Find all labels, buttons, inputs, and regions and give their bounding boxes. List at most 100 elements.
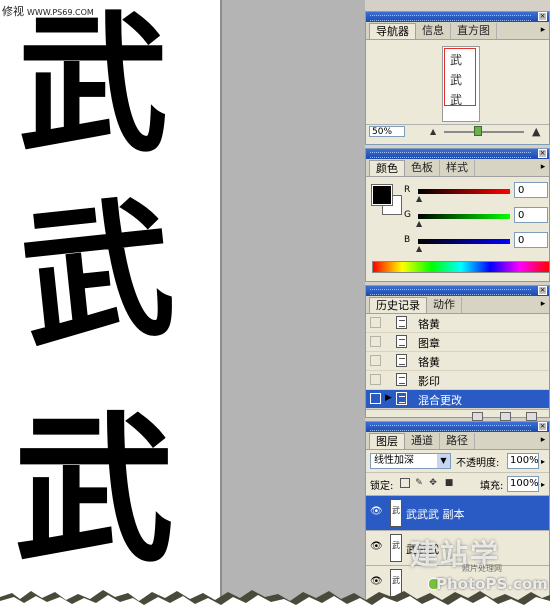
history-step-icon — [396, 373, 407, 386]
history-brush-source-checkbox[interactable] — [370, 355, 381, 366]
history-item-label: 铬黄 — [418, 356, 440, 369]
tab-color[interactable]: 颜色 — [369, 160, 405, 176]
history-brush-source-checkbox[interactable] — [370, 317, 381, 328]
history-item-selected[interactable]: ▶ 混合更改 — [366, 390, 549, 409]
trash-icon[interactable] — [526, 412, 537, 421]
panel-menu-icon[interactable]: ▸ — [537, 22, 549, 39]
close-icon[interactable]: × — [538, 149, 547, 158]
foreground-color-swatch[interactable] — [371, 184, 393, 206]
lock-label: 锁定: — [370, 481, 394, 492]
color-body: R ▲ 0 G ▲ 0 B ▲ 0 — [366, 177, 550, 281]
green-gradient[interactable] — [418, 214, 510, 219]
layers-tabs: 图层 通道 路径 ▸ — [366, 432, 549, 450]
calligraphy-character-2: 武 — [13, 179, 181, 371]
tab-layers[interactable]: 图层 — [369, 433, 405, 449]
layers-titlebar[interactable]: × — [366, 422, 549, 432]
lock-brush-icon[interactable]: ✎ — [414, 478, 424, 488]
tab-swatches[interactable]: 色板 — [405, 160, 440, 176]
color-tabs: 颜色 色板 样式 ▸ — [366, 159, 549, 177]
red-channel-slider[interactable]: R ▲ 0 — [404, 182, 548, 209]
layers-lock-row: 锁定: ✎ ✥ ■ 填充: 100% ▸ — [366, 472, 549, 495]
lock-all-icon[interactable]: ■ — [444, 478, 454, 488]
history-titlebar[interactable]: × — [366, 286, 549, 296]
blend-mode-select[interactable]: 线性加深 ▼ — [370, 453, 451, 469]
blend-mode-value: 线性加深 — [374, 455, 414, 466]
zoom-out-icon[interactable]: ▲ — [430, 127, 436, 136]
new-snapshot-icon[interactable] — [500, 412, 511, 421]
red-gradient[interactable] — [418, 189, 510, 194]
tab-actions[interactable]: 动作 — [427, 297, 462, 313]
tab-info[interactable]: 信息 — [416, 23, 451, 39]
calligraphy-character-3: 武 — [14, 396, 175, 584]
fill-label: 填充: — [480, 481, 504, 492]
history-list: 铬黄 图章 铬黄 影印 ▶ 混合更改 — [366, 314, 549, 409]
history-brush-source-checkbox[interactable] — [370, 393, 381, 404]
panel-menu-icon[interactable]: ▸ — [537, 296, 549, 313]
slider-pointer-icon[interactable]: ▲ — [416, 244, 422, 253]
green-value-input[interactable]: 0 — [514, 207, 548, 223]
navigator-footer: 50% ▲ ▲ — [366, 124, 549, 139]
navigator-preview[interactable]: 武 武 武 — [366, 40, 549, 124]
green-label: G — [404, 210, 411, 220]
history-item-label: 铬黄 — [418, 318, 440, 331]
layer-row-selected[interactable]: 👁 武武武 副本 — [366, 495, 549, 530]
zoom-in-icon[interactable]: ▲ — [532, 125, 540, 138]
panel-menu-icon[interactable]: ▸ — [537, 159, 549, 176]
history-brush-source-checkbox[interactable] — [370, 374, 381, 385]
history-panel: × 历史记录 动作 ▸ 铬黄 图章 铬黄 影印 ▶ 混合更改 — [365, 285, 550, 421]
lock-transparency-icon[interactable] — [400, 478, 410, 488]
lock-move-icon[interactable]: ✥ — [428, 478, 438, 488]
slider-pointer-icon[interactable]: ▲ — [416, 194, 422, 203]
chevron-down-icon[interactable]: ▼ — [437, 454, 450, 468]
blue-channel-slider[interactable]: B ▲ 0 — [404, 232, 548, 259]
close-icon[interactable]: × — [538, 286, 547, 295]
tab-navigator[interactable]: 导航器 — [369, 23, 416, 39]
zoom-input[interactable]: 50% — [369, 126, 405, 137]
blue-value-input[interactable]: 0 — [514, 232, 548, 248]
blue-label: B — [404, 235, 411, 245]
navigator-titlebar[interactable]: × — [366, 12, 549, 22]
history-item[interactable]: 图章 — [366, 333, 549, 352]
history-item[interactable]: 影印 — [366, 371, 549, 390]
torn-edge-decoration — [0, 590, 550, 615]
history-brush-source-checkbox[interactable] — [370, 336, 381, 347]
close-icon[interactable]: × — [538, 12, 547, 21]
red-value-input[interactable]: 0 — [514, 182, 548, 198]
zoom-slider-handle[interactable] — [474, 126, 482, 136]
tab-styles[interactable]: 样式 — [440, 160, 475, 176]
fill-slider-arrow-icon[interactable]: ▸ — [541, 480, 545, 489]
tab-paths[interactable]: 路径 — [440, 433, 475, 449]
tab-history[interactable]: 历史记录 — [369, 297, 427, 313]
close-icon[interactable]: × — [538, 422, 547, 431]
history-item-label: 混合更改 — [418, 394, 462, 407]
history-step-icon — [396, 335, 407, 348]
zoom-slider[interactable] — [444, 131, 524, 133]
new-document-from-state-icon[interactable] — [472, 412, 483, 421]
green-channel-slider[interactable]: G ▲ 0 — [404, 207, 548, 234]
eye-icon[interactable]: 👁 — [370, 542, 383, 552]
opacity-label: 不透明度: — [456, 458, 500, 469]
opacity-input[interactable]: 100% — [507, 453, 539, 469]
history-step-icon — [396, 392, 407, 405]
panel-menu-icon[interactable]: ▸ — [537, 432, 549, 449]
history-item[interactable]: 铬黄 — [366, 352, 549, 371]
layer-name: 武武武 副本 — [406, 508, 465, 521]
opacity-slider-arrow-icon[interactable]: ▸ — [541, 457, 545, 466]
navigator-tabs: 导航器 信息 直方图 ▸ — [366, 22, 549, 40]
history-item[interactable]: 铬黄 — [366, 314, 549, 333]
document-canvas[interactable]: 修视 WWW.PS69.COM 武 武 武 — [0, 0, 222, 615]
slider-pointer-icon[interactable]: ▲ — [416, 219, 422, 228]
history-step-icon — [396, 316, 407, 329]
fill-input[interactable]: 100% — [507, 476, 539, 492]
history-tabs: 历史记录 动作 ▸ — [366, 296, 549, 314]
tab-histogram[interactable]: 直方图 — [451, 23, 497, 39]
view-box[interactable] — [444, 48, 476, 106]
color-titlebar[interactable]: × — [366, 149, 549, 159]
red-label: R — [404, 185, 411, 195]
blue-gradient[interactable] — [418, 239, 510, 244]
tab-channels[interactable]: 通道 — [405, 433, 440, 449]
color-spectrum-bar[interactable] — [372, 261, 550, 273]
eye-icon[interactable]: 👁 — [370, 507, 383, 517]
watermark-subtitle: 照片处理网 — [462, 564, 502, 573]
navigator-panel: × 导航器 信息 直方图 ▸ 武 武 武 50% ▲ ▲ — [365, 11, 550, 145]
